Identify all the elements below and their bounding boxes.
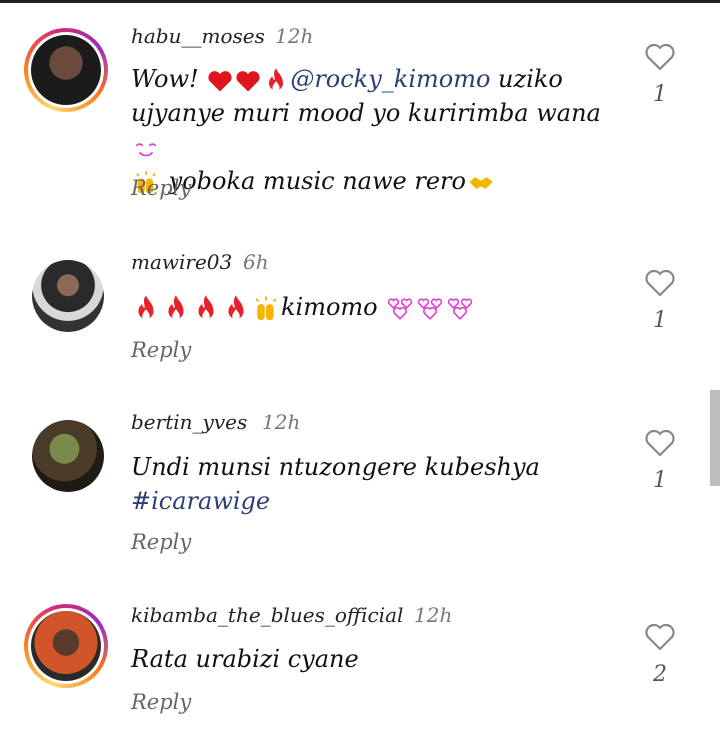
avatar[interactable]: [32, 260, 104, 332]
like-count: 1: [653, 82, 667, 107]
like-heart-icon[interactable]: [644, 428, 676, 458]
comment-text: Rata urabizi cyane: [131, 645, 359, 673]
avatar[interactable]: [24, 28, 108, 112]
comment-time: 12h: [414, 603, 453, 627]
like-count: 1: [653, 308, 667, 333]
reply-button[interactable]: Reply: [131, 690, 191, 714]
hashtag-link[interactable]: #icarawige: [131, 487, 270, 515]
fire-emoji: [221, 294, 251, 324]
fire-emoji: [131, 294, 161, 324]
like-heart-icon[interactable]: [644, 268, 676, 298]
like-count: 1: [653, 468, 667, 493]
comment-time: 12h: [262, 410, 301, 434]
clapping-hands-emoji: [251, 294, 281, 324]
comment-username[interactable]: mawire03: [131, 250, 232, 274]
reply-button[interactable]: Reply: [131, 338, 191, 362]
comment-text: Undi munsi ntuzongere kubeshya #icarawig…: [131, 453, 540, 515]
comment-1: habu__moses 12h Wow! @rocky_kimomo uziko…: [0, 0, 720, 230]
comment-time: 12h: [275, 24, 314, 48]
smiling-emoji: [131, 136, 161, 162]
like-heart-icon[interactable]: [644, 622, 676, 652]
handshake-emoji: [466, 169, 496, 197]
red-heart-emoji: [206, 67, 234, 95]
reply-button[interactable]: Reply: [131, 530, 191, 554]
like-heart-icon[interactable]: [644, 42, 676, 72]
fire-emoji: [161, 294, 191, 324]
comment-text: kimomo: [131, 290, 621, 324]
pink-hearts-emoji: [415, 296, 445, 322]
avatar[interactable]: [32, 420, 104, 492]
scrollbar-thumb[interactable]: [710, 390, 720, 486]
red-heart-emoji: [234, 67, 262, 95]
comment-username[interactable]: bertin_yves: [131, 410, 247, 434]
comment-username[interactable]: kibamba_the_blues_official: [131, 603, 403, 627]
mention-link[interactable]: @rocky_kimomo: [290, 65, 490, 93]
pink-hearts-emoji: [445, 296, 475, 322]
fire-emoji: [191, 294, 221, 324]
pink-hearts-emoji: [385, 296, 415, 322]
comment-text: Wow! @rocky_kimomo uziko ujyanye muri mo…: [131, 65, 601, 197]
comment-username[interactable]: habu__moses: [131, 24, 265, 48]
comment-time: 6h: [243, 250, 269, 274]
reply-button[interactable]: Reply: [131, 176, 191, 200]
fire-emoji: [262, 67, 290, 95]
avatar[interactable]: [24, 604, 108, 688]
like-count: 2: [653, 662, 667, 687]
